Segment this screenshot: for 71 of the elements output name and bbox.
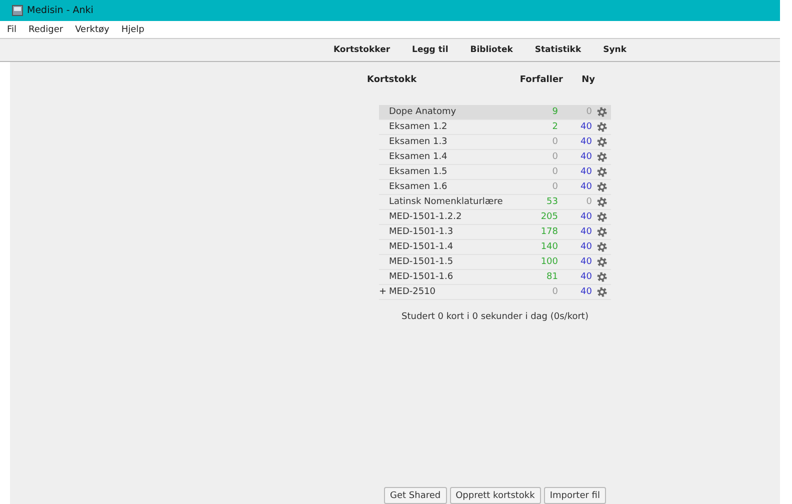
deck-row[interactable]: Eksamen 1.4 0 40	[379, 150, 611, 165]
new-count: 40	[580, 137, 592, 147]
deck-name: Eksamen 1.3	[389, 137, 448, 147]
expand-toggle[interactable]: +	[379, 287, 387, 297]
new-count: 40	[580, 212, 592, 222]
deck-name: Eksamen 1.4	[389, 152, 448, 162]
deck-row[interactable]: MED-1501-1.3 178 40	[379, 225, 611, 240]
due-count: 0	[551, 152, 558, 162]
due-count: 140	[540, 242, 558, 252]
deck-row[interactable]: + MED-2510 0 40	[379, 285, 611, 300]
menu-item[interactable]: Rediger	[28, 24, 64, 34]
deck-row[interactable]: MED-1501-1.6 81 40	[379, 270, 611, 285]
due-count: 100	[540, 257, 558, 267]
new-count: 40	[580, 152, 592, 162]
due-count: 0	[551, 182, 558, 192]
deck-row[interactable]: Latinsk Nomenklaturlære 53 0	[379, 195, 611, 210]
deck-name: MED-1501-1.3	[389, 227, 454, 237]
column-header: Ny	[580, 74, 595, 84]
deck-row[interactable]: Eksamen 1.6 0 40	[379, 180, 611, 195]
due-count: 178	[540, 227, 558, 237]
due-count: 0	[551, 167, 558, 177]
due-count: 205	[540, 212, 558, 222]
deck-row[interactable]: Dope Anatomy 9 0	[379, 105, 611, 120]
new-count: 40	[580, 242, 592, 252]
deck-name: MED-1501-1.5	[389, 257, 454, 267]
toolbar-link[interactable]: Synk	[603, 45, 626, 55]
due-count: 0	[551, 287, 558, 297]
deck-row[interactable]: MED-1501-1.4 140 40	[379, 240, 611, 255]
due-count: 9	[551, 107, 558, 117]
new-count: 0	[585, 107, 592, 117]
due-count: 81	[546, 272, 558, 282]
deck-name: Latinsk Nomenklaturlære	[389, 197, 504, 207]
deck-row[interactable]: MED-1501-1.2.2 205 40	[379, 210, 611, 225]
action-button[interactable]: Importer fil	[544, 487, 606, 504]
toolbar-link[interactable]: Statistikk	[534, 45, 582, 55]
deck-name: Eksamen 1.5	[389, 167, 448, 177]
new-count: 40	[580, 272, 592, 282]
new-count: 40	[580, 167, 592, 177]
due-count: 0	[551, 137, 558, 147]
window-title: Medisin - Anki	[27, 5, 94, 16]
due-count: 2	[551, 122, 558, 132]
new-count: 0	[585, 197, 592, 207]
deck-name: MED-1501-1.6	[389, 272, 454, 282]
column-header: Kortstokk	[367, 74, 418, 84]
study-summary: Studert 0 kort i 0 sekunder i dag (0s/kort)	[400, 312, 590, 322]
new-count: 40	[580, 122, 592, 132]
due-count: 53	[546, 197, 558, 207]
action-button[interactable]: Opprett kortstokk	[450, 487, 541, 504]
deck-name: MED-2510	[389, 287, 437, 297]
toolbar-link[interactable]: Legg til	[412, 45, 448, 55]
deck-name: Eksamen 1.2	[389, 122, 448, 132]
deck-name: Eksamen 1.6	[389, 182, 448, 192]
deck-row[interactable]: Eksamen 1.5 0 40	[379, 165, 611, 180]
new-count: 40	[580, 182, 592, 192]
deck-row[interactable]: Eksamen 1.3 0 40	[379, 135, 611, 150]
menu-item[interactable]: Hjelp	[121, 24, 144, 34]
deck-row[interactable]: Eksamen 1.2 2 40	[379, 120, 611, 135]
deck-name: MED-1501-1.2.2	[389, 212, 463, 222]
deck-name: Dope Anatomy	[389, 107, 458, 117]
app-icon	[12, 5, 23, 16]
deck-name: MED-1501-1.4	[389, 242, 454, 252]
new-count: 40	[580, 227, 592, 237]
new-count: 40	[580, 257, 592, 267]
action-button[interactable]: Get Shared	[384, 487, 447, 504]
new-count: 40	[580, 287, 592, 297]
menu-item[interactable]: Verktøy	[75, 24, 110, 34]
toolbar-link[interactable]: Bibliotek	[470, 45, 513, 55]
column-header: Forfaller	[519, 74, 563, 84]
menu-item[interactable]: Fil	[7, 24, 17, 34]
deck-row[interactable]: MED-1501-1.5 100 40	[379, 255, 611, 270]
toolbar-link[interactable]: Kortstokker	[334, 45, 390, 55]
